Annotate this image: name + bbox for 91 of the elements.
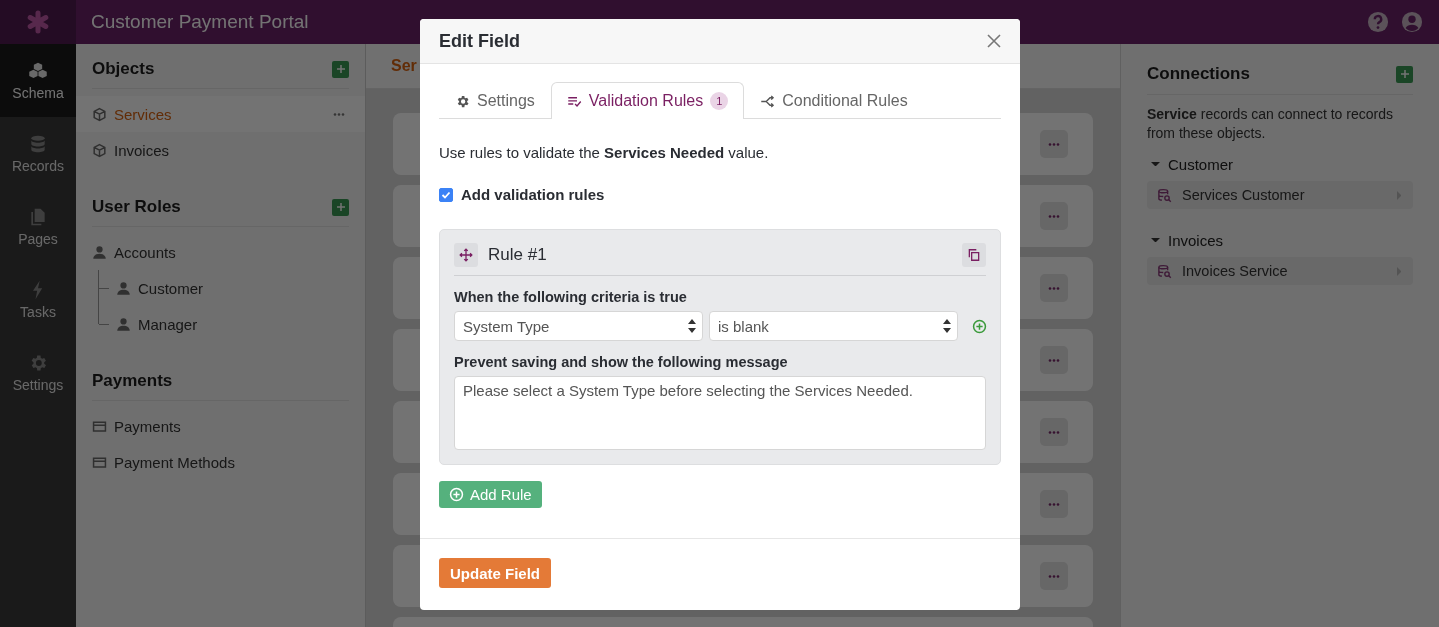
drag-handle[interactable]	[454, 243, 478, 267]
help-icon[interactable]	[1367, 11, 1389, 33]
more-icon	[1048, 286, 1060, 290]
check-icon	[441, 189, 451, 200]
close-button[interactable]	[987, 34, 1001, 48]
nav-item[interactable]: Settings	[0, 336, 76, 409]
more-icon	[1048, 502, 1060, 506]
list-item[interactable]: Payments	[76, 408, 365, 444]
add-criteria-button[interactable]	[972, 318, 987, 334]
tab[interactable]: Conditional Rules	[744, 82, 924, 119]
more-button[interactable]	[1040, 418, 1068, 446]
more-icon	[1048, 142, 1060, 146]
update-field-button[interactable]: Update Field	[439, 558, 551, 588]
tab[interactable]: Validation Rules 1	[550, 82, 745, 119]
logo-icon	[26, 10, 50, 34]
select-field[interactable]: is blank	[709, 311, 958, 341]
list-item[interactable]: Accounts	[76, 234, 365, 270]
add-button[interactable]	[332, 60, 349, 78]
more-icon	[1048, 430, 1060, 434]
more-button[interactable]	[1040, 562, 1068, 590]
checkbox-label: Add validation rules	[461, 186, 605, 203]
sort-arrows-icon	[688, 319, 696, 333]
nav-item[interactable]: Records	[0, 117, 76, 190]
nav-item[interactable]: Tasks	[0, 263, 76, 336]
cubes-icon	[28, 60, 48, 81]
message-field[interactable]: Please select a System Type before selecting the Services Needed.	[454, 376, 986, 450]
list-item[interactable]: Customer	[99, 270, 365, 306]
section-title: Connections	[1147, 64, 1250, 84]
cube-icon	[92, 142, 107, 158]
database-search-icon	[1157, 263, 1172, 279]
intro-text: Use rules to validate the Services Needed value.	[439, 144, 770, 161]
section-title: User Roles	[92, 197, 181, 217]
caret-down-icon	[1151, 237, 1160, 243]
account-icon[interactable]	[1401, 11, 1423, 33]
section-title: Payments	[92, 371, 173, 391]
plus-icon	[1398, 68, 1411, 80]
select-field[interactable]: System Type	[454, 311, 703, 341]
tab[interactable]: Settings	[439, 82, 551, 119]
caret-down-icon	[1151, 161, 1160, 167]
more-button[interactable]	[1040, 274, 1068, 302]
sort-arrows-icon	[943, 319, 951, 333]
card-icon	[92, 418, 107, 434]
more-icon	[1048, 358, 1060, 362]
move-icon	[459, 248, 473, 262]
copy-button[interactable]	[962, 243, 986, 267]
user-icon	[116, 280, 131, 296]
add-rule-button[interactable]: Add Rule	[439, 481, 542, 508]
nav-item[interactable]: Pages	[0, 190, 76, 263]
list-item[interactable]: Manager	[99, 306, 365, 342]
list-item[interactable]: Payment Methods	[76, 444, 365, 480]
field-label: Prevent saving and show the following message	[454, 354, 789, 370]
count-badge: 1	[710, 92, 729, 110]
rule-title: Rule #1	[488, 245, 548, 265]
list-item[interactable]: Invoices	[76, 132, 365, 168]
close-icon	[987, 34, 1001, 48]
more-icon	[1048, 574, 1060, 578]
checkbox[interactable]	[439, 187, 453, 202]
more-icon	[1048, 214, 1060, 218]
copy-icon	[967, 248, 981, 262]
branch-icon	[760, 93, 776, 109]
database-search-icon	[1157, 187, 1172, 203]
add-button[interactable]	[1396, 65, 1413, 83]
gear-icon	[455, 93, 470, 109]
more-button[interactable]	[1040, 346, 1068, 374]
connection-item[interactable]: Invoices Service	[1147, 257, 1413, 285]
group-toggle[interactable]: Invoices	[1151, 227, 1413, 253]
nav-item[interactable]: Schema	[0, 44, 76, 117]
app-title: Customer Payment Portal	[91, 11, 310, 33]
more-button[interactable]	[1040, 130, 1068, 158]
more-button[interactable]	[1040, 202, 1068, 230]
user-icon	[116, 316, 131, 332]
file-icon	[28, 206, 48, 227]
page-title: Ser	[391, 57, 417, 75]
card-icon	[92, 454, 107, 470]
dialog-title: Edit Field	[439, 30, 520, 52]
description-text: Service records can connect to records from these objects.	[1147, 105, 1394, 143]
plus-circle-icon	[972, 318, 987, 334]
plus-circle-icon	[449, 487, 464, 502]
section-title: Objects	[92, 59, 155, 79]
cube-icon	[92, 106, 107, 122]
user-icon	[92, 244, 107, 260]
group-toggle[interactable]: Customer	[1151, 151, 1413, 177]
plus-icon	[334, 201, 347, 213]
more-icon	[333, 112, 345, 116]
field-label: When the following criteria is true	[454, 289, 688, 305]
list-item[interactable]: Services	[76, 96, 365, 132]
more-button[interactable]	[1040, 490, 1068, 518]
add-button[interactable]	[332, 198, 349, 216]
plus-icon	[334, 63, 347, 75]
connection-item[interactable]: Services Customer	[1147, 181, 1413, 209]
database-icon	[28, 133, 48, 154]
